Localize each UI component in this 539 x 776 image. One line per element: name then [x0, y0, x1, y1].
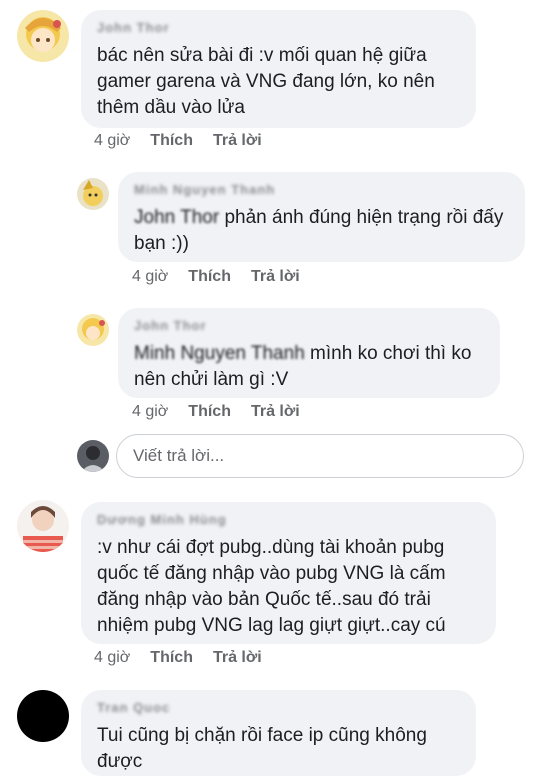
current-user-avatar [77, 440, 109, 472]
comment-bubble: Minh Nguyen Thanh John Thor phản ánh đún… [118, 172, 525, 262]
comment-author[interactable]: Dương Minh Hùng [97, 512, 480, 527]
comment-text: Minh Nguyen Thanh mình ko chơi thì ko nê… [134, 341, 484, 393]
avatar[interactable] [17, 690, 69, 742]
reply-button[interactable]: Trả lời [213, 649, 262, 667]
like-button[interactable]: Thích [150, 132, 193, 150]
reply-input[interactable]: Viết trả lời... [116, 434, 524, 478]
comment-bubble: John Thor bác nên sửa bài đi :v mối quan… [81, 10, 476, 128]
comment-actions: 4 giờ Thích Trả lời [132, 403, 300, 421]
comment-author[interactable]: John Thor [97, 20, 460, 35]
comment-time: 4 giờ [94, 132, 131, 149]
comment-author[interactable]: Minh Nguyen Thanh [134, 182, 509, 197]
comment-author[interactable]: Tran Quoc [97, 700, 460, 715]
avatar[interactable] [77, 314, 109, 346]
comment-bubble: John Thor Minh Nguyen Thanh mình ko chơi… [118, 308, 500, 398]
comment-bubble: Tran Quoc Tui cũng bị chặn rồi face ip c… [81, 690, 476, 776]
mention-link[interactable]: Minh Nguyen Thanh [134, 343, 305, 364]
like-button[interactable]: Thích [188, 268, 231, 286]
comment-text: :v như cái đợt pubg..dùng tài khoản pubg… [97, 537, 446, 636]
reply-placeholder: Viết trả lời... [133, 446, 225, 465]
like-button[interactable]: Thích [150, 649, 193, 667]
avatar[interactable] [17, 10, 69, 62]
comment-time: 4 giờ [132, 403, 169, 420]
comment-text: Tui cũng bị chặn rồi face ip cũng không … [97, 725, 427, 772]
comment-text: bác nên sửa bài đi :v mối quan hệ giữa g… [97, 45, 435, 118]
comment-text: John Thor phản ánh đúng hiện trạng rồi đ… [134, 205, 509, 257]
avatar[interactable] [77, 178, 109, 210]
comment-actions: 4 giờ Thích Trả lời [132, 268, 300, 286]
comment-time: 4 giờ [94, 649, 131, 666]
comment-actions: 4 giờ Thích Trả lời [94, 132, 262, 150]
reply-button[interactable]: Trả lời [251, 268, 300, 286]
comment-bubble: Dương Minh Hùng :v như cái đợt pubg..dùn… [81, 502, 496, 644]
comment-time: 4 giờ [132, 268, 169, 285]
reply-button[interactable]: Trả lời [251, 403, 300, 421]
mention-link[interactable]: John Thor [134, 207, 219, 228]
comment-actions: 4 giờ Thích Trả lời [94, 649, 262, 667]
reply-button[interactable]: Trả lời [213, 132, 262, 150]
comment-author[interactable]: John Thor [134, 318, 484, 333]
avatar[interactable] [17, 500, 69, 552]
like-button[interactable]: Thích [188, 403, 231, 421]
